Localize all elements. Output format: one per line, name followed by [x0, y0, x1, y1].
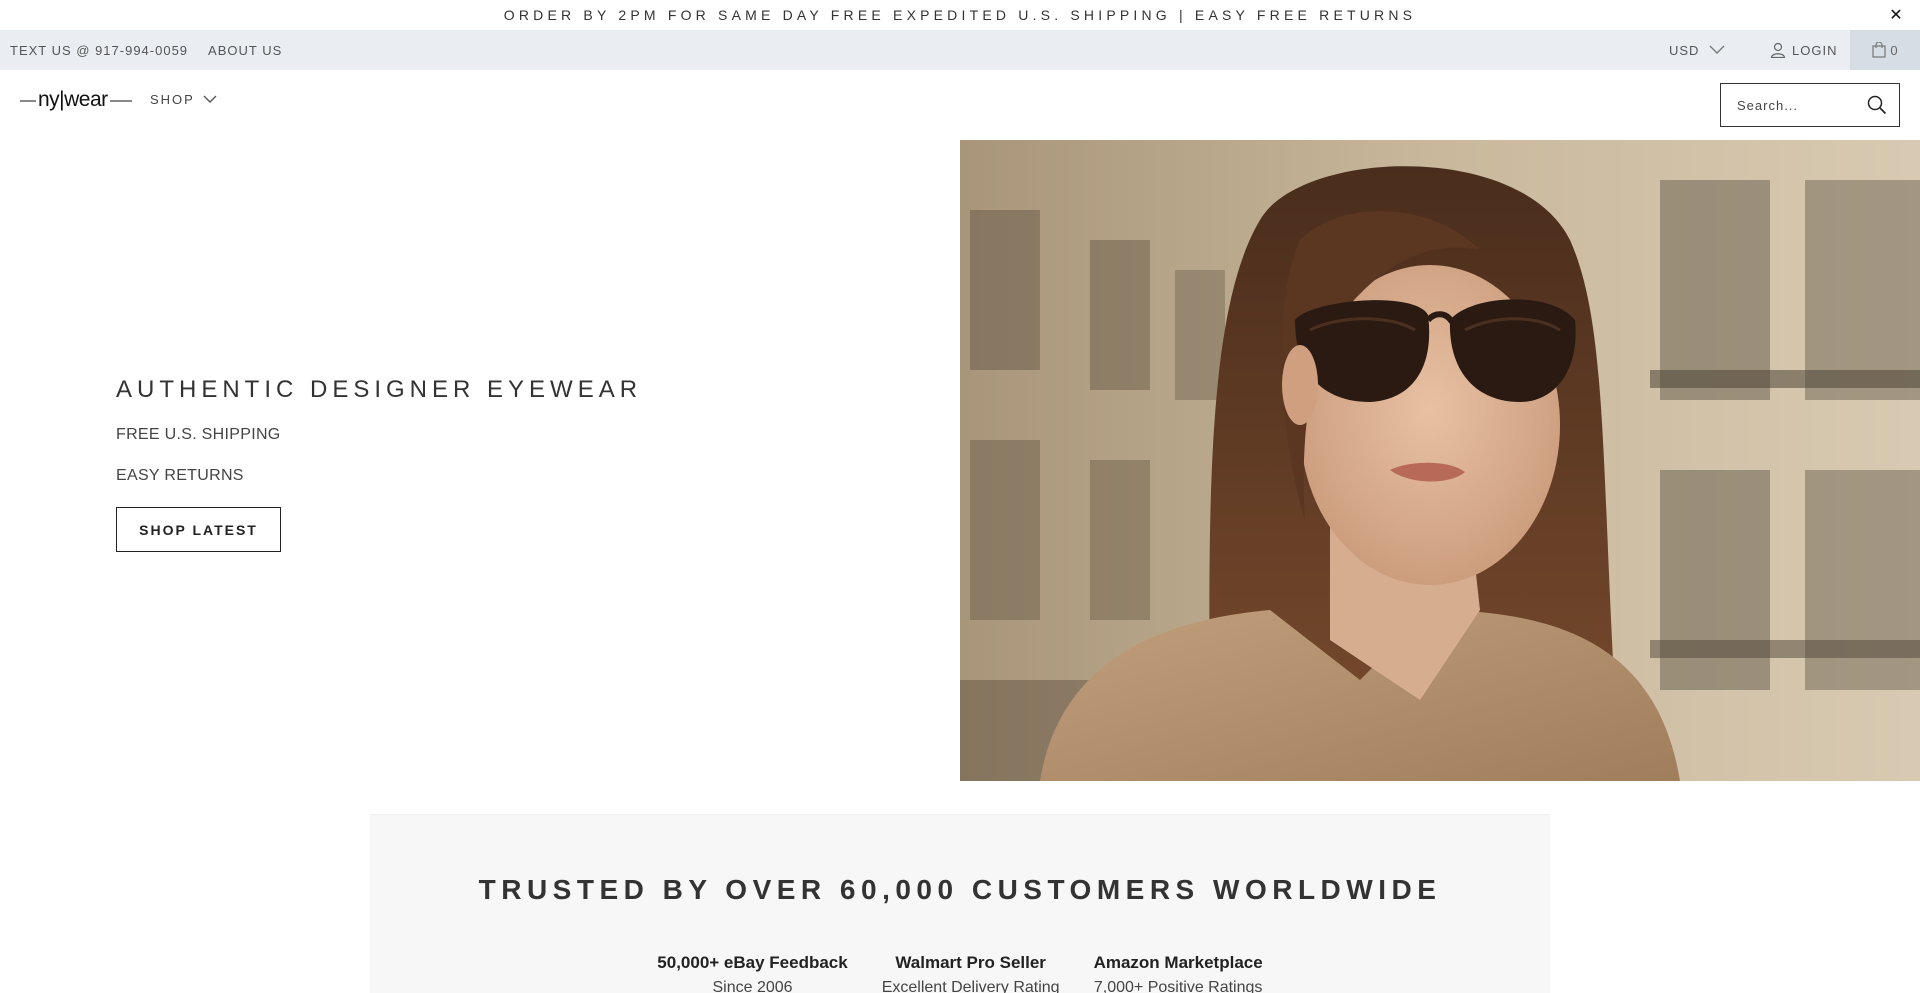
trust-item-sub: Excellent Delivery Rating: [881, 979, 1060, 993]
cart-count: 0: [1890, 42, 1898, 58]
hero-section: AUTHENTIC DESIGNER EYEWEAR FREE U.S. SHI…: [0, 140, 1920, 781]
site-header: ny|wear SHOP: [0, 70, 1920, 140]
user-icon: [1770, 42, 1786, 58]
trust-item-amazon: Amazon Marketplace 7,000+ Positive Ratin…: [1094, 953, 1263, 993]
trust-item-sub: 7,000+ Positive Ratings: [1093, 979, 1263, 993]
trust-item-walmart: Walmart Pro Seller Excellent Delivery Ra…: [882, 953, 1060, 993]
shop-label: SHOP: [150, 92, 195, 107]
currency-label: USD: [1669, 42, 1700, 58]
logo-text: ny|wear: [36, 88, 110, 112]
about-us-link[interactable]: ABOUT US: [208, 43, 282, 58]
hero-title: AUTHENTIC DESIGNER EYEWEAR: [116, 376, 643, 403]
search-box: [1720, 83, 1900, 127]
shop-menu[interactable]: SHOP: [150, 92, 217, 107]
trust-item-heading: 50,000+ eBay Feedback: [657, 953, 848, 972]
shop-latest-button[interactable]: SHOP LATEST: [116, 507, 281, 552]
trust-items: 50,000+ eBay Feedback Since 2006 Walmart…: [370, 953, 1550, 993]
trust-section: TRUSTED BY OVER 60,000 CUSTOMERS WORLDWI…: [370, 814, 1550, 993]
hero-line-returns: EASY RETURNS: [116, 467, 244, 484]
trust-item-heading: Amazon Marketplace: [1093, 953, 1263, 972]
hero-image[interactable]: [960, 140, 1920, 781]
login-label: LOGIN: [1792, 42, 1838, 58]
cart-button[interactable]: 0: [1850, 30, 1920, 70]
close-icon[interactable]: ✕: [1886, 5, 1906, 25]
text-us-link[interactable]: TEXT US @ 917-994-0059: [10, 43, 188, 58]
announcement-text: ORDER BY 2PM FOR SAME DAY FREE EXPEDITED…: [503, 7, 1417, 23]
announcement-bar: ORDER BY 2PM FOR SAME DAY FREE EXPEDITED…: [0, 0, 1920, 30]
chevron-down-icon: [203, 95, 217, 103]
login-link[interactable]: LOGIN: [1770, 30, 1837, 70]
hero-photo: [960, 140, 1920, 781]
trust-title: TRUSTED BY OVER 60,000 CUSTOMERS WORLDWI…: [478, 874, 1442, 905]
bag-icon: [1872, 42, 1886, 58]
currency-selector[interactable]: USD: [1669, 30, 1725, 70]
trust-item-heading: Walmart Pro Seller: [895, 953, 1046, 972]
search-input[interactable]: [1721, 85, 1861, 125]
utility-bar: TEXT US @ 917-994-0059 ABOUT US USD LOGI…: [0, 30, 1920, 70]
utility-links: TEXT US @ 917-994-0059 ABOUT US: [10, 30, 282, 70]
hero-line-shipping: FREE U.S. SHIPPING: [116, 426, 281, 443]
chevron-down-icon: [1709, 45, 1725, 54]
trust-item-sub: Since 2006: [712, 979, 793, 993]
trust-item-ebay: 50,000+ eBay Feedback Since 2006: [657, 953, 847, 993]
logo[interactable]: ny|wear: [20, 84, 132, 118]
search-icon[interactable]: [1867, 95, 1887, 115]
